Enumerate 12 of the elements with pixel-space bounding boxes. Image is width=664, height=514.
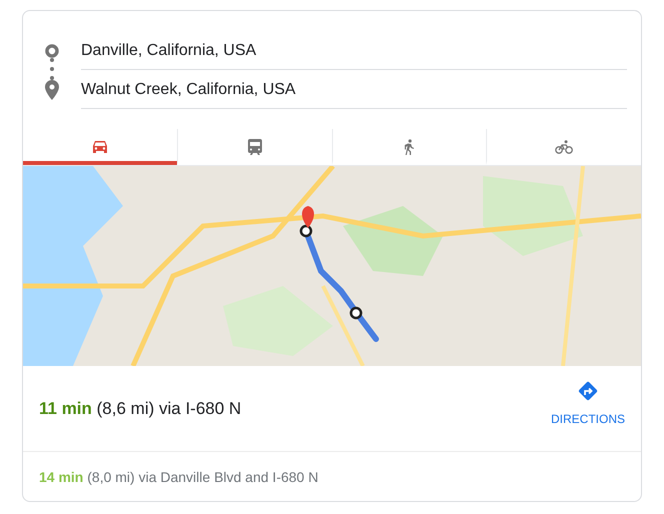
origin-field[interactable]: Danville, California, USA xyxy=(81,31,627,70)
car-icon xyxy=(92,140,108,154)
directions-button[interactable]: DIRECTIONS xyxy=(550,380,625,426)
dotted-line-icon xyxy=(50,58,54,80)
location-pin-icon xyxy=(45,80,59,100)
walking-person-icon xyxy=(403,139,416,155)
train-icon xyxy=(248,139,262,155)
destination-field[interactable]: Walnut Creek, California, USA xyxy=(81,70,627,109)
route-summary: 14 min (8,0 mi) via Danville Blvd and I-680 N xyxy=(39,468,318,484)
origin-circle-icon xyxy=(45,44,59,58)
bicycle-icon xyxy=(555,140,574,154)
route-summary: 11 min (8,6 mi) via I-680 N xyxy=(39,398,242,418)
